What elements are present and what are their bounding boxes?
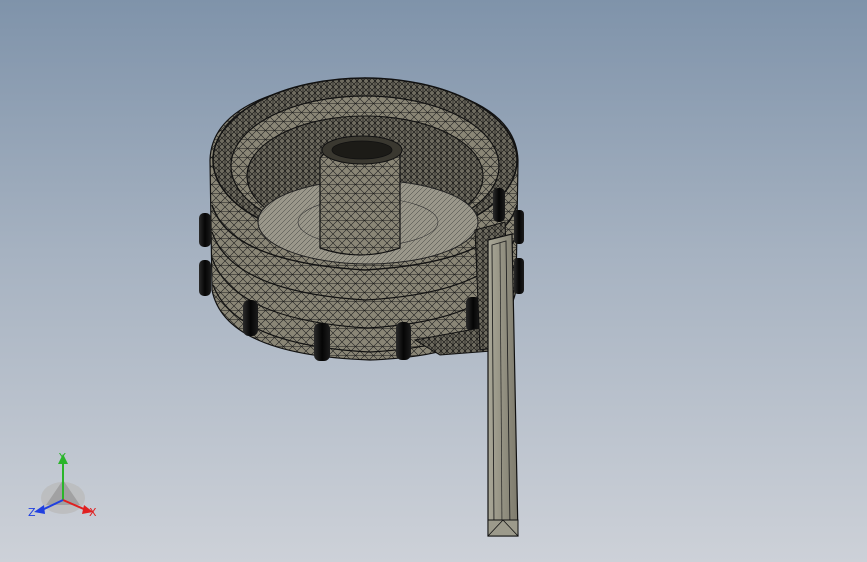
x-axis-label: X: [89, 506, 97, 519]
axis-triad[interactable]: Y X Z: [28, 451, 97, 519]
y-axis-label: Y: [58, 451, 66, 464]
z-axis-label: Z: [28, 506, 36, 519]
discharge-chute[interactable]: [487, 233, 519, 537]
graphics-viewport[interactable]: Y X Z: [0, 0, 867, 562]
center-hub[interactable]: [319, 135, 403, 256]
model-view[interactable]: Y X Z: [0, 0, 867, 562]
